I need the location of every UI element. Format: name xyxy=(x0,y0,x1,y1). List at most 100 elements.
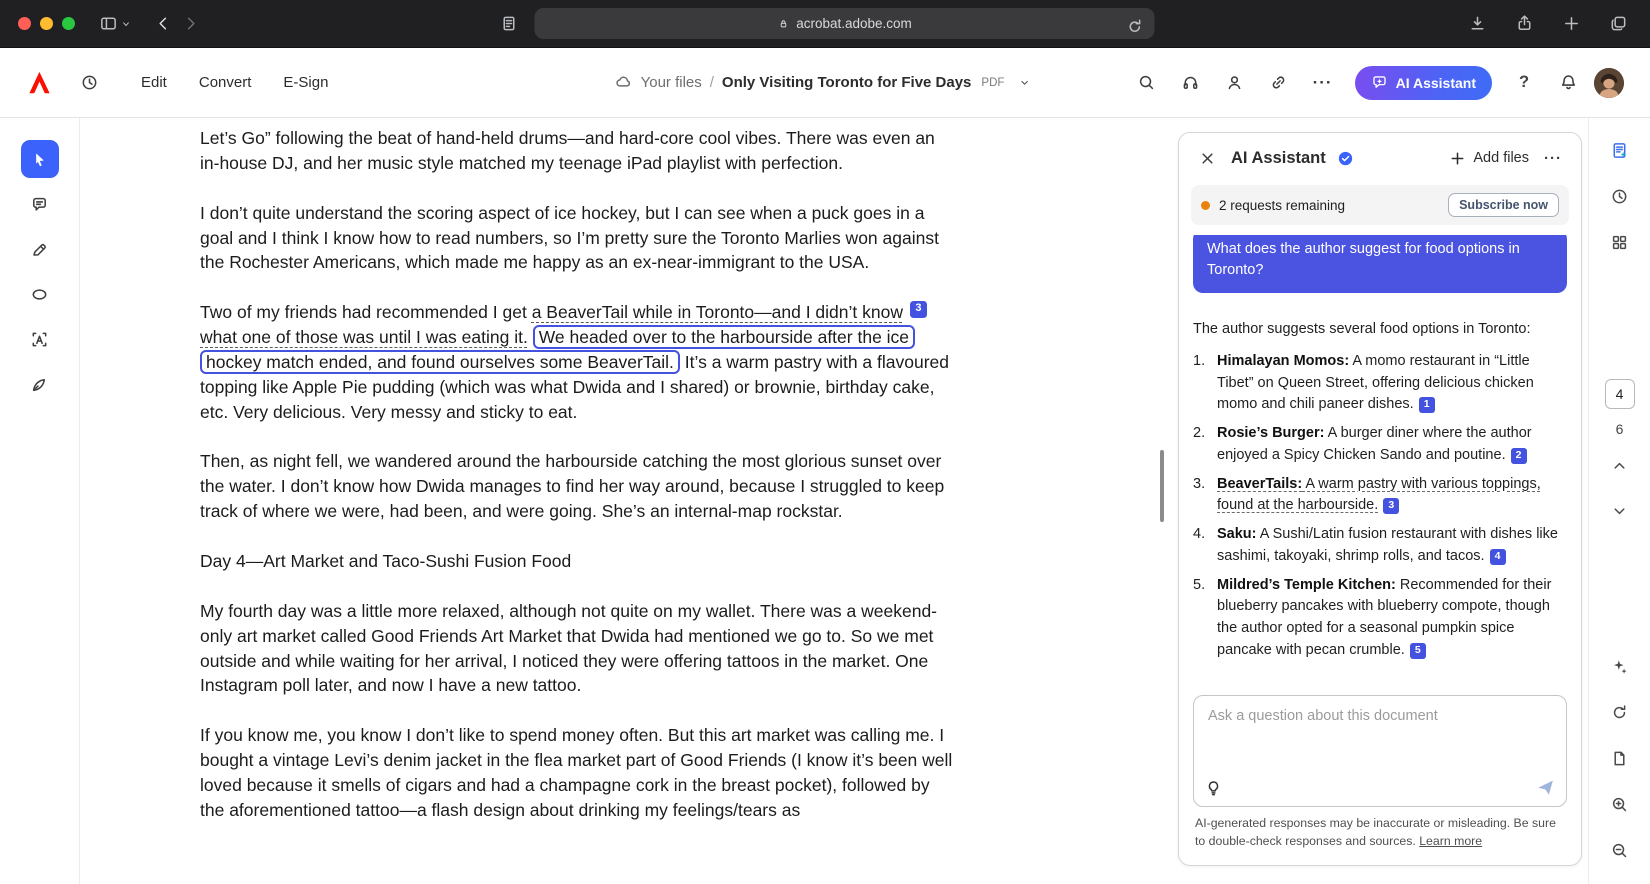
zoom-in-icon xyxy=(1610,795,1629,814)
account-avatar[interactable] xyxy=(1594,68,1624,98)
total-pages-label: 6 xyxy=(1616,421,1624,437)
learn-more-link[interactable]: Learn more xyxy=(1419,834,1482,848)
share-people-button[interactable] xyxy=(1217,65,1253,101)
citation-badge[interactable]: 2 xyxy=(1511,448,1527,464)
select-tool-button[interactable] xyxy=(21,140,59,178)
sidebar-icon xyxy=(99,14,118,33)
left-tool-rail xyxy=(0,118,80,884)
citation-badge[interactable]: 5 xyxy=(1410,643,1426,659)
help-button[interactable]: ? xyxy=(1506,65,1542,101)
cursor-icon xyxy=(30,150,49,169)
draw-oval-tool-button[interactable] xyxy=(21,275,59,313)
window-close-button[interactable] xyxy=(18,17,31,30)
refresh-icon xyxy=(1610,703,1629,722)
menu-convert[interactable]: Convert xyxy=(187,66,264,99)
window-zoom-button[interactable] xyxy=(62,17,75,30)
avatar-image xyxy=(1594,68,1624,98)
reload-button[interactable] xyxy=(1122,13,1149,40)
more-options-button[interactable]: ··· xyxy=(1305,65,1341,101)
oval-icon xyxy=(30,285,49,304)
forward-button[interactable] xyxy=(177,10,204,37)
sidebar-toggle-button[interactable] xyxy=(95,10,136,37)
downloads-button[interactable] xyxy=(1464,10,1491,37)
fit-page-button[interactable] xyxy=(1602,740,1638,776)
list-text: Mildred’s Temple Kitchen: Recommended fo… xyxy=(1217,575,1567,662)
chat-scroll-area[interactable]: What does the author suggest for food op… xyxy=(1179,235,1581,685)
download-icon xyxy=(1468,14,1487,33)
option-name: Mildred’s Temple Kitchen: xyxy=(1217,577,1396,593)
highlight-tool-button[interactable] xyxy=(21,230,59,268)
page-thumbnails-button[interactable] xyxy=(1602,224,1638,260)
document-title[interactable]: Only Visiting Toronto for Five Days xyxy=(722,74,971,91)
back-button[interactable] xyxy=(150,10,177,37)
menu-esign[interactable]: E-Sign xyxy=(271,66,340,99)
option-name: Saku: xyxy=(1217,526,1257,542)
new-tab-button[interactable] xyxy=(1558,10,1585,37)
ai-assistant-button-label: AI Assistant xyxy=(1396,75,1476,91)
suggestions-button[interactable] xyxy=(1204,779,1223,798)
plus-icon xyxy=(1562,14,1581,33)
list-text: Himalayan Momos: A momo restaurant in “L… xyxy=(1217,351,1567,416)
citation-badge[interactable]: 3 xyxy=(910,301,927,318)
text-select-tool-button[interactable] xyxy=(21,320,59,358)
share-button[interactable] xyxy=(1511,10,1538,37)
citation-badge[interactable]: 3 xyxy=(1383,498,1399,514)
sparkle-icon xyxy=(1610,657,1629,676)
ai-tools-button[interactable] xyxy=(1602,648,1638,684)
refresh-button[interactable] xyxy=(1602,694,1638,730)
zoom-out-button[interactable] xyxy=(1602,832,1638,868)
search-button[interactable] xyxy=(1129,65,1165,101)
ai-overview-button[interactable] xyxy=(1602,132,1638,168)
requests-banner: 2 requests remaining Subscribe now xyxy=(1191,185,1569,225)
option-name[interactable]: BeaverTails: xyxy=(1217,476,1302,492)
document-viewport[interactable]: Let’s Go” following the beat of hand-hel… xyxy=(80,118,1176,884)
window-minimize-button[interactable] xyxy=(40,17,53,30)
bell-icon xyxy=(1559,73,1578,92)
chevron-down-icon xyxy=(1018,77,1030,89)
document-scrollbar[interactable] xyxy=(1160,450,1164,522)
subscribe-now-button[interactable]: Subscribe now xyxy=(1448,193,1559,217)
ai-assistant-icon xyxy=(1371,74,1388,91)
recent-files-button[interactable] xyxy=(71,65,107,101)
acrobat-logo xyxy=(26,69,53,96)
zoom-in-button[interactable] xyxy=(1602,786,1638,822)
current-page-input[interactable]: 4 xyxy=(1605,379,1635,409)
previous-page-button[interactable] xyxy=(1602,447,1638,483)
reader-icon xyxy=(500,14,519,33)
lightbulb-icon xyxy=(1204,779,1223,798)
ai-panel-title: AI Assistant xyxy=(1231,149,1326,168)
fill-sign-tool-button[interactable] xyxy=(21,365,59,403)
menu-edit[interactable]: Edit xyxy=(129,66,179,99)
right-tool-rail: 4 6 xyxy=(1588,118,1650,884)
comment-tool-button[interactable] xyxy=(21,185,59,223)
question-input-box xyxy=(1193,695,1567,807)
document-menu-button[interactable] xyxy=(1012,71,1036,95)
panel-more-button[interactable]: ··· xyxy=(1539,144,1567,172)
citation-badge[interactable]: 1 xyxy=(1419,397,1435,413)
traffic-lights xyxy=(18,17,75,30)
sign-pen-icon xyxy=(30,375,49,394)
read-aloud-button[interactable] xyxy=(1173,65,1209,101)
cloud-icon xyxy=(614,73,633,92)
address-bar[interactable]: acrobat.adobe.com xyxy=(535,8,1155,39)
chevron-right-icon xyxy=(181,14,200,33)
question-input[interactable] xyxy=(1194,696,1566,766)
tab-overview-button[interactable] xyxy=(1605,10,1632,37)
user-question-bubble: What does the author suggest for food op… xyxy=(1193,235,1567,293)
plus-icon xyxy=(1448,149,1467,168)
marker-pen-icon xyxy=(30,240,49,259)
ai-assistant-panel: AI Assistant Add files ··· 2 requests re… xyxy=(1178,132,1582,866)
breadcrumb-your-files[interactable]: Your files xyxy=(641,74,702,91)
add-files-button[interactable]: Add files xyxy=(1448,149,1529,168)
send-button[interactable] xyxy=(1535,777,1556,798)
page-settings-button[interactable] xyxy=(496,10,523,37)
ai-assistant-button[interactable]: AI Assistant xyxy=(1355,66,1492,100)
activity-history-button[interactable] xyxy=(1602,178,1638,214)
next-page-button[interactable] xyxy=(1602,493,1638,529)
citation-badge[interactable]: 4 xyxy=(1490,549,1506,565)
notifications-button[interactable] xyxy=(1550,65,1586,101)
list-number: 3. xyxy=(1193,474,1217,518)
copy-link-button[interactable] xyxy=(1261,65,1297,101)
close-panel-button[interactable] xyxy=(1193,144,1221,172)
list-item: 2. Rosie’s Burger: A burger diner where … xyxy=(1193,423,1567,467)
